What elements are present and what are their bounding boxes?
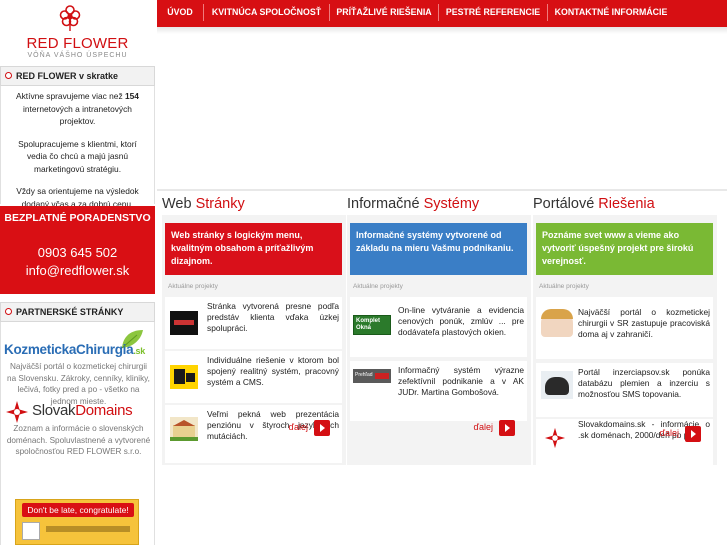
partner-1-logo-text: KozmetickaChirurgia (4, 342, 134, 357)
partner-2-logo-a: Slovak (32, 402, 76, 419)
current-projects-label: Aktuálne projekty (353, 283, 403, 290)
red-star-icon (544, 427, 566, 449)
project-item[interactable]: Portál inzerciapsov.sk ponúka databázu p… (536, 363, 713, 417)
thumbnail-label: Komplet Okná (356, 318, 380, 331)
project-description: On-line vytváranie a evidencia cenových … (398, 305, 524, 337)
project-description: Informačný systém výrazne zefektívnil po… (398, 365, 524, 397)
card-icon (22, 522, 40, 540)
bullet-icon (5, 308, 12, 315)
column-title: Portálové Riešenia (533, 196, 717, 212)
project-description: Stránka vytvorená presne podľa predstáv … (207, 301, 339, 333)
project-thumbnail (170, 417, 198, 441)
project-thumbnail: Prehľad (353, 369, 391, 383)
column-title-a: Portálové (533, 196, 595, 212)
column-title-b: Stránky (195, 196, 245, 212)
project-item[interactable]: Komplet Okná On-line vytváranie a eviden… (350, 297, 527, 357)
slovak-domains-logo[interactable]: SlovakDomains (5, 399, 152, 423)
project-thumbnail (170, 311, 198, 335)
banner-stripe (46, 526, 130, 532)
project-item[interactable]: Prehľad Informačný systém výrazne zefekt… (350, 361, 527, 421)
project-description: Portál inzerciapsov.sk ponúka databázu p… (578, 367, 710, 399)
partners-heading: PARTNERSKÉ STRÁNKY (0, 302, 155, 322)
consultation-box: BEZPLATNÉ PORADENSTVO 0903 645 502 info@… (0, 206, 155, 294)
project-item[interactable]: Najväčší portál o kozmetickej chirurgii … (536, 297, 713, 359)
nav-pestre-referencie[interactable]: PESTRÉ REFERENCIE (439, 0, 547, 27)
partner-2-description: Zoznam a informácie o slovenských doména… (6, 424, 151, 456)
column-title: Web Stránky (162, 196, 346, 212)
more-label: ďalej (288, 422, 308, 432)
left-sidebar: RED FLOWER VÔŇA VÁŠHO ÚSPECHU RED FLOWER… (0, 0, 155, 545)
email-link[interactable]: info@redflower.sk (0, 263, 155, 278)
more-label: ďalej (659, 428, 679, 438)
column-title-a: Web (162, 196, 192, 212)
feature-box[interactable]: Web stránky s logickým menu, kvalitným o… (165, 223, 342, 275)
portal-solutions-column: Portálové Riešenia Poznáme svet www a vi… (533, 193, 717, 545)
project-description: Individuálne riešenie v ktorom bol spoje… (207, 355, 339, 387)
partners-title: PARTNERSKÉ STRÁNKY (16, 307, 124, 317)
nav-shadow (157, 27, 727, 34)
partner-2-logo-b: Domains (75, 402, 133, 419)
hero-area (157, 34, 727, 189)
feature-box[interactable]: Informačné systémy vytvorené od základu … (350, 223, 527, 275)
logo[interactable]: RED FLOWER VÔŇA VÁŠHO ÚSPECHU (0, 0, 155, 62)
bullet-icon (5, 72, 12, 79)
current-projects-label: Aktuálne projekty (168, 283, 218, 290)
column-title-b: Systémy (423, 196, 480, 212)
column-title: Informačné Systémy (347, 196, 531, 212)
flower-logo-icon (59, 5, 81, 31)
column-title-b: Riešenia (598, 196, 655, 212)
about-heading: RED FLOWER v skratke (0, 66, 155, 86)
about-p1-text: Aktívne spravujeme viac než (16, 91, 123, 101)
project-thumbnail (170, 365, 198, 389)
brand-slogan: VÔŇA VÁŠHO ÚSPECHU (27, 52, 128, 59)
kozmeticka-chirurgia-logo[interactable]: KozmetickaChirurgia.sk (4, 342, 145, 357)
partners-box: KozmetickaChirurgia.sk Najväčší portál o… (0, 322, 155, 545)
congratulate-banner[interactable]: Don't be late, congratulate! (15, 499, 139, 545)
project-description: Najväčší portál o kozmetickej chirurgii … (578, 307, 710, 339)
brand-name: RED FLOWER (26, 35, 129, 52)
web-pages-column: Web Stránky Web stránky s logickým menu,… (162, 193, 346, 545)
nav-uvod[interactable]: ÚVOD (157, 0, 203, 27)
nav-pritazlive-riesenia[interactable]: PRÍŤAŽLIVÉ RIEŠENIA (330, 0, 438, 27)
about-p1-number: 154 (124, 91, 139, 101)
nav-kvitnuca-spolocnost[interactable]: KVITNÚCA SPOLOČNOSŤ (204, 0, 329, 27)
more-link[interactable]: ďalej (469, 420, 515, 436)
more-link[interactable]: ďalej (284, 420, 330, 436)
hero-divider (157, 189, 727, 191)
project-item[interactable]: Individuálne riešenie v ktorom bol spoje… (165, 351, 342, 403)
more-label: ďalej (473, 422, 493, 432)
current-projects-label: Aktuálne projekty (539, 283, 589, 290)
banner-text: Don't be late, congratulate! (22, 503, 134, 517)
arrow-right-icon (314, 420, 330, 436)
column-title-a: Informačné (347, 196, 420, 212)
thumbnail-label: Prehľad (355, 372, 373, 378)
about-box: Aktívne spravujeme viac než 154 internet… (0, 86, 155, 209)
arrow-right-icon (499, 420, 515, 436)
arrow-right-icon (685, 426, 701, 442)
more-link[interactable]: ďalej (655, 426, 701, 442)
about-p1-text-end: internetových a intranetových projektov. (23, 103, 132, 127)
project-thumbnail: Komplet Okná (353, 315, 391, 335)
feature-box[interactable]: Poznáme svet www a vieme ako vytvoriť ús… (536, 223, 713, 275)
about-title: RED FLOWER v skratke (16, 71, 119, 81)
nav-kontaktne-informacie[interactable]: KONTAKTNÉ INFORMÁCIE (548, 0, 674, 27)
project-thumbnail (541, 371, 573, 399)
project-thumbnail (541, 309, 573, 337)
about-paragraph-2: Spolupracujeme s klientmi, ktorí vedia č… (18, 138, 137, 174)
information-systems-column: Informačné Systémy Informačné systémy vy… (347, 193, 531, 545)
phone-number[interactable]: 0903 645 502 (0, 245, 155, 260)
main-nav: ÚVOD KVITNÚCA SPOLOČNOSŤ PRÍŤAŽLIVÉ RIEŠ… (157, 0, 727, 27)
consultation-title: BEZPLATNÉ PORADENSTVO (4, 212, 151, 224)
partner-1-logo-tld: .sk (133, 346, 145, 356)
red-star-icon (6, 401, 28, 423)
project-item[interactable]: Stránka vytvorená presne podľa predstáv … (165, 297, 342, 349)
about-paragraph-1: Aktívne spravujeme viac než 154 internet… (7, 90, 148, 128)
